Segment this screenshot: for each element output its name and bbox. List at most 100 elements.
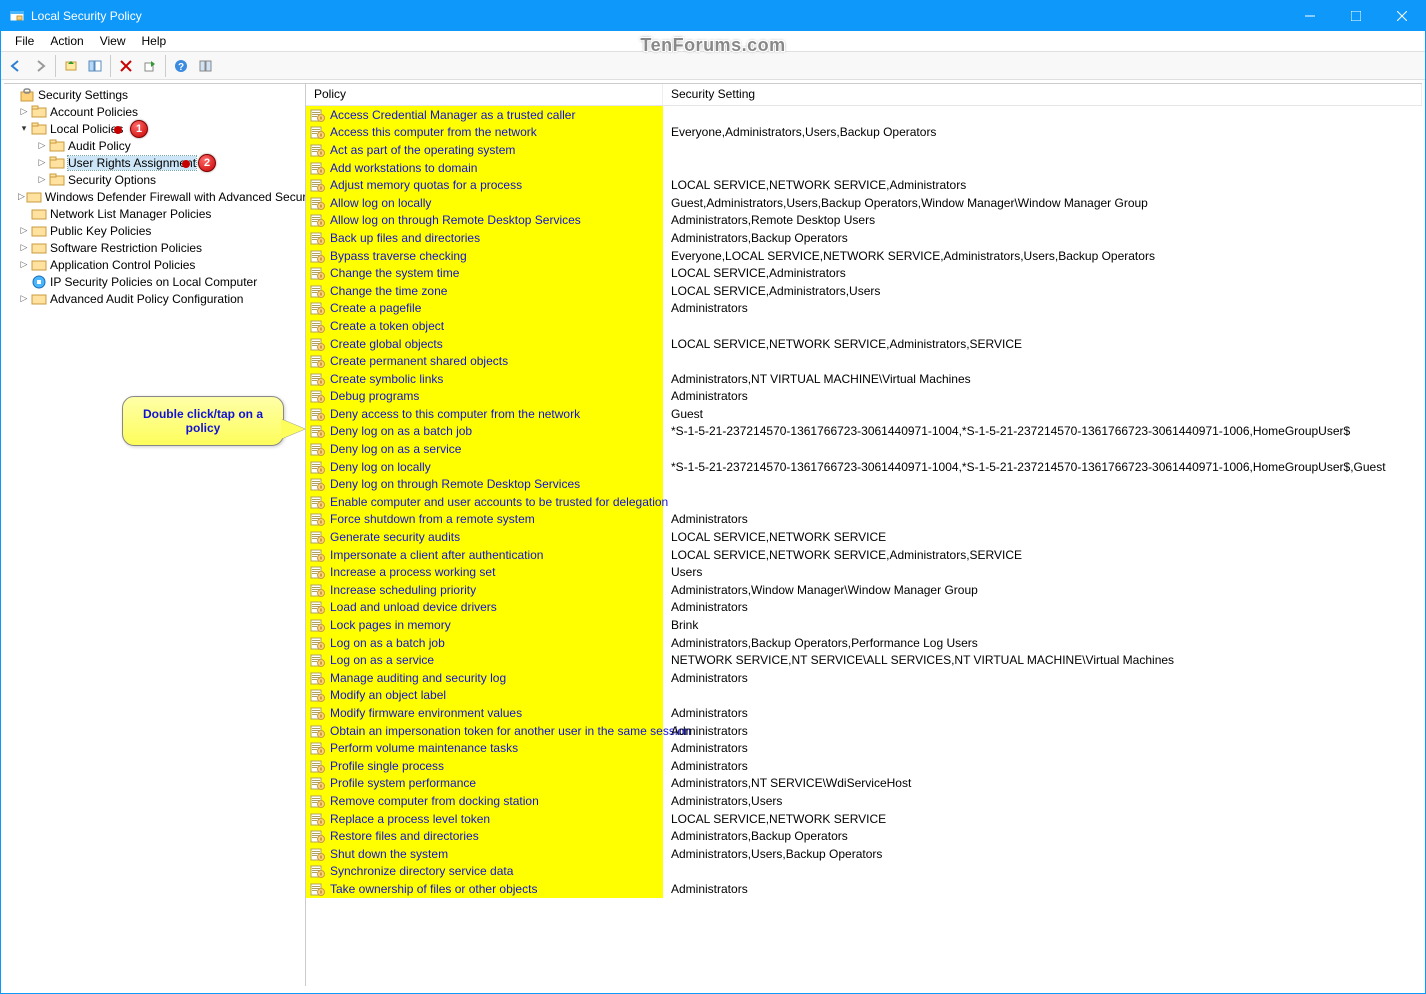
policy-row[interactable]: Deny log on through Remote Desktop Servi…: [306, 475, 1422, 493]
column-header-setting[interactable]: Security Setting: [663, 84, 1422, 105]
policy-row[interactable]: Lock pages in memoryBrink: [306, 616, 1422, 634]
policy-row[interactable]: Manage auditing and security logAdminist…: [306, 669, 1422, 687]
policy-row[interactable]: Modify firmware environment valuesAdmini…: [306, 704, 1422, 722]
policy-row[interactable]: Deny log on locally*S-1-5-21-237214570-1…: [306, 458, 1422, 476]
tree-local-policies[interactable]: ▾ Local Policies: [4, 120, 305, 137]
policy-row[interactable]: Log on as a batch jobAdministrators,Back…: [306, 634, 1422, 652]
policy-row[interactable]: Increase scheduling priorityAdministrato…: [306, 581, 1422, 599]
policy-row[interactable]: Allow log on through Remote Desktop Serv…: [306, 212, 1422, 230]
policy-row[interactable]: Create permanent shared objects: [306, 352, 1422, 370]
policy-row[interactable]: Replace a process level tokenLOCAL SERVI…: [306, 810, 1422, 828]
tree-root[interactable]: Security Settings: [4, 86, 305, 103]
menu-action[interactable]: Action: [42, 32, 91, 50]
expand-icon[interactable]: ▷: [18, 106, 30, 117]
expand-icon[interactable]: ▷: [36, 140, 48, 151]
policy-row[interactable]: Remove computer from docking stationAdmi…: [306, 792, 1422, 810]
policy-row[interactable]: Generate security auditsLOCAL SERVICE,NE…: [306, 528, 1422, 546]
policy-row[interactable]: Bypass traverse checkingEveryone,LOCAL S…: [306, 247, 1422, 265]
policy-row[interactable]: Create global objectsLOCAL SERVICE,NETWO…: [306, 335, 1422, 353]
maximize-button[interactable]: [1333, 1, 1379, 31]
back-button[interactable]: [5, 55, 27, 77]
policy-name: Create symbolic links: [330, 372, 443, 386]
list-body: Access Credential Manager as a trusted c…: [306, 106, 1422, 898]
policy-row[interactable]: Profile single processAdministrators: [306, 757, 1422, 775]
collapse-icon[interactable]: ▾: [18, 123, 30, 134]
policy-setting: LOCAL SERVICE,NETWORK SERVICE: [663, 812, 1422, 826]
policy-row[interactable]: Create a pagefileAdministrators: [306, 300, 1422, 318]
list-pane[interactable]: ▴ Policy Security Setting Access Credent…: [306, 83, 1422, 986]
tree-pane[interactable]: Security Settings ▷ Account Policies ▾ L…: [4, 83, 306, 986]
folder-icon: [31, 121, 47, 137]
policy-name: Add workstations to domain: [330, 161, 477, 175]
expand-icon[interactable]: ▷: [36, 157, 48, 168]
policy-row[interactable]: Add workstations to domain: [306, 159, 1422, 177]
tree-ip-security[interactable]: IP Security Policies on Local Computer: [4, 273, 305, 290]
properties-button[interactable]: [194, 55, 216, 77]
tree-account-policies[interactable]: ▷ Account Policies: [4, 103, 305, 120]
tree-software-restriction[interactable]: ▷ Software Restriction Policies: [4, 239, 305, 256]
tree-advanced-audit[interactable]: ▷ Advanced Audit Policy Configuration: [4, 290, 305, 307]
policy-row[interactable]: Debug programsAdministrators: [306, 388, 1422, 406]
up-button[interactable]: [60, 55, 82, 77]
policy-icon: [310, 583, 326, 597]
policy-row[interactable]: Obtain an impersonation token for anothe…: [306, 722, 1422, 740]
policy-setting: LOCAL SERVICE,NETWORK SERVICE,Administra…: [663, 548, 1422, 562]
policy-icon: [310, 161, 326, 175]
tree-audit-policy[interactable]: ▷ Audit Policy: [4, 137, 305, 154]
policy-row[interactable]: Modify an object label: [306, 687, 1422, 705]
expand-icon[interactable]: ▷: [18, 259, 30, 270]
column-header-policy[interactable]: Policy: [306, 84, 663, 105]
policy-name: Access Credential Manager as a trusted c…: [330, 108, 575, 122]
policy-cell: Shut down the system: [306, 845, 663, 863]
policy-row[interactable]: Log on as a serviceNETWORK SERVICE,NT SE…: [306, 651, 1422, 669]
menu-view[interactable]: View: [92, 32, 134, 50]
policy-row[interactable]: Force shutdown from a remote systemAdmin…: [306, 511, 1422, 529]
tree-windows-defender-firewall[interactable]: ▷ Windows Defender Firewall with Advance…: [4, 188, 305, 205]
policy-row[interactable]: Deny log on as a batch job*S-1-5-21-2372…: [306, 423, 1422, 441]
minimize-button[interactable]: [1287, 1, 1333, 31]
policy-row[interactable]: Change the time zoneLOCAL SERVICE,Admini…: [306, 282, 1422, 300]
policy-row[interactable]: Back up files and directoriesAdministrat…: [306, 229, 1422, 247]
policy-row[interactable]: Adjust memory quotas for a processLOCAL …: [306, 176, 1422, 194]
help-button[interactable]: ?: [170, 55, 192, 77]
menu-help[interactable]: Help: [134, 32, 175, 50]
policy-setting: LOCAL SERVICE,NETWORK SERVICE,Administra…: [663, 337, 1422, 351]
policy-row[interactable]: Impersonate a client after authenticatio…: [306, 546, 1422, 564]
delete-button[interactable]: [115, 55, 137, 77]
policy-row[interactable]: Perform volume maintenance tasksAdminist…: [306, 739, 1422, 757]
close-button[interactable]: [1379, 1, 1425, 31]
policy-row[interactable]: Create symbolic linksAdministrators,NT V…: [306, 370, 1422, 388]
show-hide-tree-button[interactable]: [84, 55, 106, 77]
titlebar[interactable]: Local Security Policy: [1, 1, 1425, 31]
policy-row[interactable]: Restore files and directoriesAdministrat…: [306, 827, 1422, 845]
policy-row[interactable]: Change the system timeLOCAL SERVICE,Admi…: [306, 264, 1422, 282]
policy-row[interactable]: Profile system performanceAdministrators…: [306, 775, 1422, 793]
tree-user-rights-assignment[interactable]: ▷ User Rights Assignment: [4, 154, 305, 171]
tree-application-control[interactable]: ▷ Application Control Policies: [4, 256, 305, 273]
policy-row[interactable]: Take ownership of files or other objects…: [306, 880, 1422, 898]
tree-network-list-manager[interactable]: Network List Manager Policies: [4, 205, 305, 222]
policy-row[interactable]: Deny log on as a service: [306, 440, 1422, 458]
policy-row[interactable]: Deny access to this computer from the ne…: [306, 405, 1422, 423]
policy-row[interactable]: Create a token object: [306, 317, 1422, 335]
policy-row[interactable]: Enable computer and user accounts to be …: [306, 493, 1422, 511]
forward-button[interactable]: [29, 55, 51, 77]
tree-public-key-policies[interactable]: ▷ Public Key Policies: [4, 222, 305, 239]
export-button[interactable]: [139, 55, 161, 77]
policy-row[interactable]: Act as part of the operating system: [306, 141, 1422, 159]
menu-file[interactable]: File: [7, 32, 42, 50]
policy-row[interactable]: Access Credential Manager as a trusted c…: [306, 106, 1422, 124]
policy-name: Shut down the system: [330, 847, 448, 861]
expand-icon[interactable]: ▷: [18, 293, 30, 304]
expand-icon[interactable]: ▷: [18, 191, 25, 202]
expand-icon[interactable]: ▷: [18, 242, 30, 253]
policy-row[interactable]: Increase a process working setUsers: [306, 563, 1422, 581]
policy-row[interactable]: Shut down the systemAdministrators,Users…: [306, 845, 1422, 863]
policy-row[interactable]: Synchronize directory service data: [306, 863, 1422, 881]
tree-security-options[interactable]: ▷ Security Options: [4, 171, 305, 188]
expand-icon[interactable]: ▷: [36, 174, 48, 185]
policy-row[interactable]: Load and unload device driversAdministra…: [306, 599, 1422, 617]
policy-row[interactable]: Access this computer from the networkEve…: [306, 124, 1422, 142]
policy-row[interactable]: Allow log on locallyGuest,Administrators…: [306, 194, 1422, 212]
expand-icon[interactable]: ▷: [18, 225, 30, 236]
